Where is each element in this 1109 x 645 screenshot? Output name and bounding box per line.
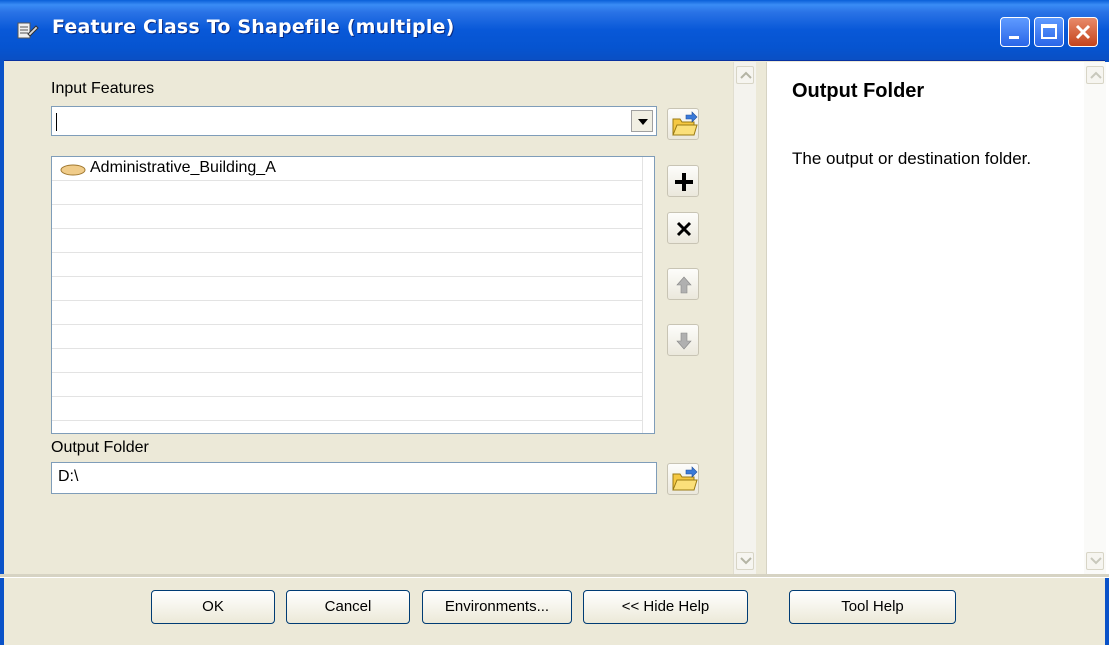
- plus-icon: [675, 173, 693, 191]
- combo-dropdown-button[interactable]: [631, 110, 653, 132]
- ok-button[interactable]: OK: [151, 590, 275, 624]
- list-item: [52, 325, 642, 349]
- list-item: [52, 277, 642, 301]
- list-item-label: Administrative_Building_A: [90, 159, 276, 176]
- output-folder-field[interactable]: [51, 462, 657, 494]
- polygon-layer-icon: [59, 163, 87, 181]
- list-item: [52, 373, 642, 397]
- help-title: Output Folder: [792, 80, 925, 102]
- x-icon: [676, 221, 692, 237]
- minimize-button[interactable]: [1000, 17, 1030, 47]
- browse-output-folder-button[interactable]: [667, 463, 699, 495]
- open-folder-icon: [672, 111, 698, 136]
- maximize-button[interactable]: [1034, 17, 1064, 47]
- window-frame-left: [0, 60, 4, 645]
- hide-help-button[interactable]: << Hide Help: [583, 590, 748, 624]
- scroll-up-button[interactable]: [736, 66, 754, 84]
- output-folder-input[interactable]: [58, 468, 648, 486]
- list-item: [52, 253, 642, 277]
- help-scroll-up-button[interactable]: [1086, 66, 1104, 84]
- tool-dialog: Feature Class To Shapefile (multiple) In…: [0, 0, 1109, 645]
- remove-feature-button[interactable]: [667, 212, 699, 244]
- list-item: [52, 349, 642, 373]
- help-pane: [766, 62, 1109, 574]
- help-scroll-down-button[interactable]: [1086, 552, 1104, 570]
- cancel-button[interactable]: Cancel: [286, 590, 410, 624]
- list-column-divider: [642, 157, 643, 433]
- title-bar[interactable]: Feature Class To Shapefile (multiple): [0, 0, 1109, 61]
- scroll-down-button[interactable]: [736, 552, 754, 570]
- help-text: The output or destination folder.: [792, 149, 1032, 168]
- help-scrollbar[interactable]: [1084, 62, 1106, 574]
- chevron-down-icon: [1090, 557, 1102, 565]
- list-item: [52, 181, 642, 205]
- window-title: Feature Class To Shapefile (multiple): [52, 16, 455, 38]
- input-features-list[interactable]: Administrative_Building_A: [51, 156, 655, 434]
- open-folder-icon: [672, 466, 698, 491]
- tool-icon: [16, 20, 40, 42]
- chevron-up-icon: [1090, 71, 1102, 79]
- tool-help-button[interactable]: Tool Help: [789, 590, 956, 624]
- list-item: [52, 397, 642, 421]
- browse-input-features-button[interactable]: [667, 108, 699, 140]
- move-up-button[interactable]: [667, 268, 699, 300]
- text-cursor: [56, 113, 57, 131]
- environments-button[interactable]: Environments...: [422, 590, 572, 624]
- input-features-combo[interactable]: [51, 106, 657, 136]
- close-button[interactable]: [1068, 17, 1098, 47]
- chevron-up-icon: [740, 71, 752, 79]
- arrow-up-icon: [676, 276, 692, 294]
- button-bar-divider: [0, 574, 1109, 578]
- list-item: [52, 301, 642, 325]
- input-features-label: Input Features: [51, 80, 155, 97]
- parameters-scrollbar[interactable]: [733, 62, 756, 574]
- chevron-down-icon: [740, 557, 752, 565]
- list-item[interactable]: Administrative_Building_A: [52, 157, 642, 181]
- output-folder-label: Output Folder: [51, 439, 149, 456]
- list-item: [52, 205, 642, 229]
- move-down-button[interactable]: [667, 324, 699, 356]
- arrow-down-icon: [676, 332, 692, 350]
- list-item: [52, 229, 642, 253]
- add-feature-button[interactable]: [667, 165, 699, 197]
